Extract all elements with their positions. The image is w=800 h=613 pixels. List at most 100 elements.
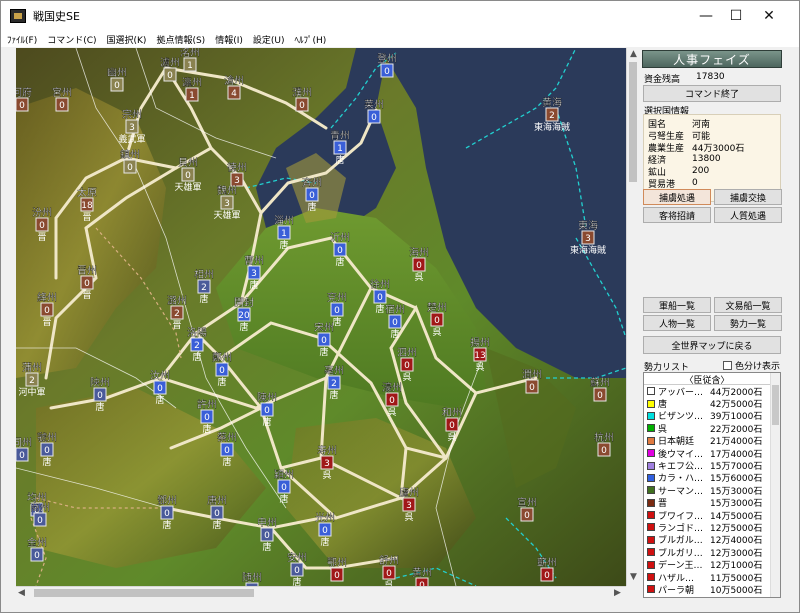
- city-name: 汾州: [32, 207, 52, 219]
- map-horizontal-scroll-thumb[interactable]: [34, 589, 254, 597]
- city-owner: 呉: [414, 272, 423, 283]
- menu-base-info[interactable]: 拠点情報(S): [156, 33, 205, 46]
- menu-country-select[interactable]: 国選択(K): [107, 33, 147, 46]
- city-troops: 0: [416, 261, 422, 271]
- scroll-down-icon[interactable]: ▼: [630, 572, 637, 582]
- city-name: 河府: [16, 86, 32, 99]
- map-vertical-scroll-thumb[interactable]: [629, 62, 637, 182]
- hostage-treatment-button[interactable]: 人質処遇: [714, 207, 782, 223]
- city-troops: 0: [322, 526, 328, 536]
- city-name: 鄧州: [157, 495, 177, 507]
- menu-file[interactable]: ﾌｧｲﾙ(F): [7, 33, 37, 46]
- world-map-button[interactable]: 全世界マップに戻る: [643, 336, 781, 354]
- city-name: 貝州: [178, 157, 198, 169]
- city-name: 揚州: [470, 336, 490, 349]
- city-owner: 晋: [82, 290, 91, 301]
- faction-color-swatch: [647, 399, 655, 408]
- map-horizontal-scrollbar[interactable]: ◀ ▶: [16, 586, 626, 599]
- close-button[interactable]: ✕: [746, 1, 792, 31]
- city-name: 廬州: [399, 486, 419, 499]
- faction-list-item[interactable]: ハザル… 11万5000石: [644, 571, 780, 584]
- faction-name: アッバー…: [658, 387, 704, 398]
- city-troops: 2: [549, 111, 555, 121]
- faction-list-header: 〈臣従含〉: [644, 373, 780, 386]
- city-troops: 2: [194, 341, 200, 351]
- city-name: 黄州: [412, 566, 432, 579]
- info-value: 13800: [692, 154, 721, 164]
- city-troops: 0: [204, 413, 210, 423]
- faction-list-item[interactable]: キエフ公… 15万7000石: [644, 459, 780, 473]
- phase-banner: 人事フェイズ: [642, 50, 782, 68]
- city-name: 徐州: [370, 278, 390, 291]
- city-troops: 0: [19, 451, 25, 461]
- faction-name: キエフ公…: [658, 462, 704, 473]
- city-name: 亳州: [324, 364, 344, 377]
- city-name: 兗州: [327, 291, 347, 304]
- city-name: 宣州: [517, 496, 537, 509]
- faction-list-scrollbar[interactable]: [770, 373, 780, 597]
- faction-list-item[interactable]: カラ・ハ… 15万6000石: [644, 472, 780, 484]
- city-name: 幽州: [107, 67, 127, 79]
- faction-name: パーラ朝: [658, 585, 695, 596]
- scroll-right-icon[interactable]: ▶: [614, 588, 621, 598]
- info-row: 鉱山 200: [648, 165, 776, 178]
- city-name: 濮州: [292, 86, 312, 99]
- city-troops: 0: [377, 293, 383, 303]
- faction-list-item[interactable]: ビザンツ… 39万1000石: [644, 410, 780, 422]
- faction-color-swatch: [647, 535, 655, 544]
- color-toggle-checkbox[interactable]: [723, 361, 732, 370]
- faction-list-item[interactable]: 後ウマイ… 17万4000石: [644, 447, 780, 460]
- city-owner: 呉: [447, 432, 456, 443]
- faction-list-item[interactable]: サーマン… 15万3000石: [644, 484, 780, 497]
- city-name: 杭州: [594, 431, 614, 444]
- city-name: 相州: [194, 268, 214, 281]
- color-toggle[interactable]: 色分け表示: [723, 359, 780, 372]
- faction-list-item[interactable]: ランゴド… 12万5000石: [644, 521, 780, 534]
- faction-list-item[interactable]: ブルガル… 12万4000石: [644, 534, 780, 546]
- faction-list-item[interactable]: 呉 22万2000石: [644, 422, 780, 435]
- city-owner: 唐: [375, 303, 384, 315]
- faction-list-item[interactable]: アッバー… 44万2000石: [644, 385, 780, 398]
- menu-info[interactable]: 情報(I): [215, 33, 243, 46]
- map-vertical-scrollbar[interactable]: ▲ ▼: [626, 48, 639, 586]
- city-name: 沂州: [330, 231, 350, 244]
- faction-list-item[interactable]: 唐 42万5000石: [644, 397, 780, 410]
- recruit-general-button[interactable]: 客将招請: [643, 207, 711, 223]
- person-list-button[interactable]: 人物一覧: [643, 315, 711, 331]
- warship-list-button[interactable]: 軍船一覧: [643, 297, 711, 313]
- city-name: 登州: [377, 52, 397, 65]
- faction-name: ブワイフ…: [658, 511, 704, 522]
- faction-list-item[interactable]: ブルガリ… 12万3000石: [644, 546, 780, 559]
- scroll-left-icon[interactable]: ◀: [18, 588, 25, 598]
- city-owner: 唐: [319, 346, 328, 358]
- power-list-button[interactable]: 勢力一覧: [714, 315, 782, 331]
- city-troops: 0: [434, 316, 440, 326]
- faction-list-scroll-thumb[interactable]: [772, 385, 779, 425]
- prisoner-exchange-button[interactable]: 捕虜交換: [714, 189, 782, 205]
- faction-list-item[interactable]: ブワイフ… 14万5000石: [644, 509, 780, 522]
- menu-command[interactable]: コマンド(C): [47, 33, 96, 46]
- scroll-up-icon[interactable]: ▲: [630, 49, 637, 59]
- city-owner: 呉: [322, 470, 331, 481]
- trade-ship-list-button[interactable]: 文易船一覧: [714, 297, 782, 313]
- city-troops: 3: [251, 269, 257, 279]
- city-name: 潞州: [167, 294, 187, 307]
- city-owner: 唐: [279, 239, 288, 251]
- city-troops: 2: [174, 309, 180, 319]
- menu-help[interactable]: ﾍﾙﾌﾟ(H): [295, 33, 327, 46]
- faction-list-item[interactable]: 日本朝廷 21万4000石: [644, 435, 780, 447]
- city-troops: 0: [384, 67, 390, 77]
- faction-list-item[interactable]: デーン王… 12万1000石: [644, 558, 780, 571]
- map-canvas[interactable]: 登州0莱州0青州1唐斉州0唐淄州1唐沂州0唐兗州0唐曹州3唐相州2唐 開封20唐洛…: [16, 48, 626, 586]
- faction-list[interactable]: 〈臣従含〉 アッバー… 44万2000石唐 42万5000石 ビザンツ… 39万1000…: [643, 372, 781, 598]
- end-command-button[interactable]: コマンド終了: [643, 85, 781, 102]
- city-marker[interactable]: 随州: [242, 571, 262, 586]
- city-troops: 0: [334, 306, 340, 316]
- funds-label: 資金残高: [644, 75, 681, 85]
- game-map[interactable]: 登州 0 莱州 0 青州 1 唐斉州 0 唐淄州 1 唐沂州 0 唐兗州 0 唐曹州 3 唐相州 2 唐開封 20 唐洛…: [16, 48, 626, 586]
- info-row: 国名 河南: [648, 117, 776, 130]
- faction-list-item[interactable]: パーラ朝 10万5000石: [644, 583, 780, 596]
- prisoner-treatment-button[interactable]: 捕虜処遇: [643, 189, 711, 205]
- menu-settings[interactable]: 設定(U): [253, 33, 285, 46]
- faction-list-item[interactable]: 晋 15万3000石: [644, 497, 780, 509]
